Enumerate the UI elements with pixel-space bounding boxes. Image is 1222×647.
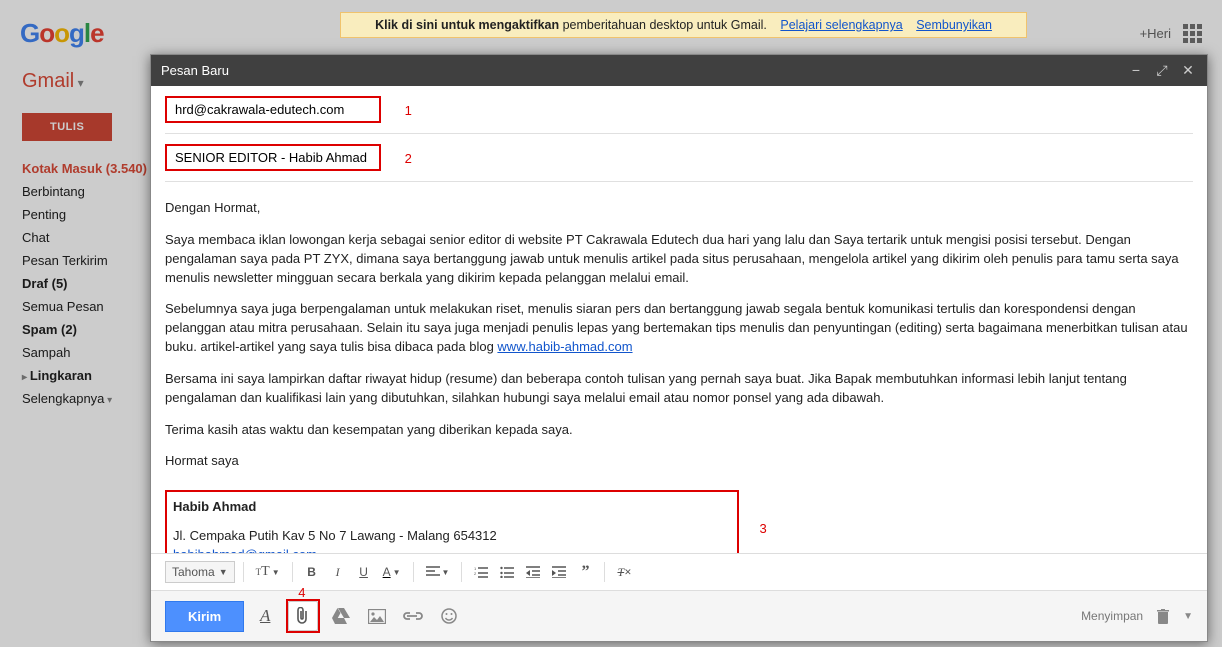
format-toolbar: Tahoma▼ TT▼ B I U A▼ ▼ 12 ”	[151, 553, 1207, 590]
align-button[interactable]: ▼	[422, 560, 454, 584]
sidebar-item[interactable]: Draf (5)	[22, 272, 150, 295]
insert-drive-button[interactable]	[326, 601, 356, 631]
formatting-toggle-button[interactable]: A	[250, 601, 280, 631]
sig-name: Habib Ahmad	[173, 498, 497, 517]
compose-title: Pesan Baru	[161, 63, 229, 78]
bold-button[interactable]: B	[301, 560, 323, 584]
sig-address: Jl. Cempaka Putih Kav 5 No 7 Lawang - Ma…	[173, 527, 497, 546]
sidebar-item[interactable]: Lingkaran	[22, 364, 150, 387]
close-icon[interactable]: ✕	[1179, 62, 1197, 79]
bullet-list-button[interactable]	[496, 560, 518, 584]
insert-photo-button[interactable]	[362, 601, 392, 631]
sidebar-item[interactable]: Chat	[22, 226, 150, 249]
desktop-notification-banner[interactable]: Klik di sini untuk mengaktifkan pemberit…	[340, 12, 1027, 38]
sig-email[interactable]: habibahmad@gmail.com	[173, 547, 317, 553]
sidebar-item[interactable]: Pesan Terkirim	[22, 249, 150, 272]
sidebar-item[interactable]: Penting	[22, 203, 150, 226]
attach-file-button[interactable]	[288, 601, 318, 631]
annotation-4: 4	[298, 585, 305, 600]
underline-button[interactable]: U	[353, 560, 375, 584]
sidebar-item[interactable]: Semua Pesan	[22, 295, 150, 318]
remove-formatting-button[interactable]: T✕	[613, 560, 635, 584]
notif-hide[interactable]: Sembunyikan	[916, 18, 992, 32]
notif-learn-more[interactable]: Pelajari selengkapnya	[780, 18, 902, 32]
user-plus-link[interactable]: +Heri	[1140, 26, 1171, 41]
compose-window: Pesan Baru − ⤢ ✕ 1 2 Dengan Hormat, Saya…	[150, 54, 1208, 642]
svg-text:2: 2	[474, 571, 477, 576]
indent-less-button[interactable]	[522, 560, 544, 584]
sidebar-item[interactable]: Spam (2)	[22, 318, 150, 341]
font-family-select[interactable]: Tahoma▼	[165, 561, 235, 583]
signature-block: Habib Ahmad Jl. Cempaka Putih Kav 5 No 7…	[165, 490, 739, 553]
blog-link[interactable]: www.habib-ahmad.com	[497, 339, 632, 354]
to-input[interactable]	[173, 101, 373, 118]
popout-icon[interactable]: ⤢	[1153, 62, 1171, 79]
numbered-list-button[interactable]: 12	[470, 560, 492, 584]
send-button[interactable]: Kirim	[165, 601, 244, 632]
font-size-button[interactable]: TT▼	[252, 560, 284, 584]
subject-field-row[interactable]: 2	[165, 134, 1193, 182]
sidebar-item[interactable]: Selengkapnya	[22, 387, 150, 410]
compose-body-editor[interactable]: Dengan Hormat, Saya membaca iklan lowong…	[151, 182, 1207, 553]
discard-draft-button[interactable]	[1157, 609, 1169, 624]
annotation-1: 1	[405, 103, 412, 118]
gmail-dropdown[interactable]: Gmail	[22, 70, 150, 93]
body-salutation: Dengan Hormat,	[165, 199, 1193, 218]
send-toolbar: Kirim A 4 Menyimpan ▼	[151, 590, 1207, 641]
annotation-3: 3	[760, 520, 767, 539]
body-p1: Saya membaca iklan lowongan kerja sebaga…	[165, 231, 1193, 288]
text-color-button[interactable]: A▼	[379, 560, 405, 584]
compose-button[interactable]: TULIS	[22, 113, 112, 141]
insert-link-button[interactable]	[398, 601, 428, 631]
body-p2: Sebelumnya saya juga berpengalaman untuk…	[165, 300, 1193, 357]
italic-button[interactable]: I	[327, 560, 349, 584]
insert-emoji-button[interactable]	[434, 601, 464, 631]
body-p3: Bersama ini saya lampirkan daftar riwaya…	[165, 370, 1193, 408]
compose-titlebar[interactable]: Pesan Baru − ⤢ ✕	[151, 55, 1207, 86]
minimize-icon[interactable]: −	[1127, 62, 1145, 79]
more-options-button[interactable]: ▼	[1183, 611, 1193, 622]
to-field-row[interactable]: 1	[165, 86, 1193, 134]
annotation-2: 2	[405, 151, 412, 166]
subject-input[interactable]	[173, 149, 373, 166]
sidebar-item[interactable]: Sampah	[22, 341, 150, 364]
body-p4: Terima kasih atas waktu dan kesempatan y…	[165, 421, 1193, 440]
quote-button[interactable]: ”	[574, 560, 596, 584]
indent-more-button[interactable]	[548, 560, 570, 584]
sidebar-item[interactable]: Kotak Masuk (3.540)	[22, 157, 150, 180]
apps-grid-icon[interactable]	[1183, 24, 1202, 43]
body-closing: Hormat saya	[165, 452, 1193, 471]
sidebar-item[interactable]: Berbintang	[22, 180, 150, 203]
sidebar: Gmail TULIS Kotak Masuk (3.540)Berbintan…	[0, 60, 150, 647]
notif-bold: Klik di sini untuk mengaktifkan	[375, 18, 559, 32]
saving-status: Menyimpan	[1081, 609, 1143, 623]
notif-text: pemberitahuan desktop untuk Gmail.	[563, 18, 767, 32]
